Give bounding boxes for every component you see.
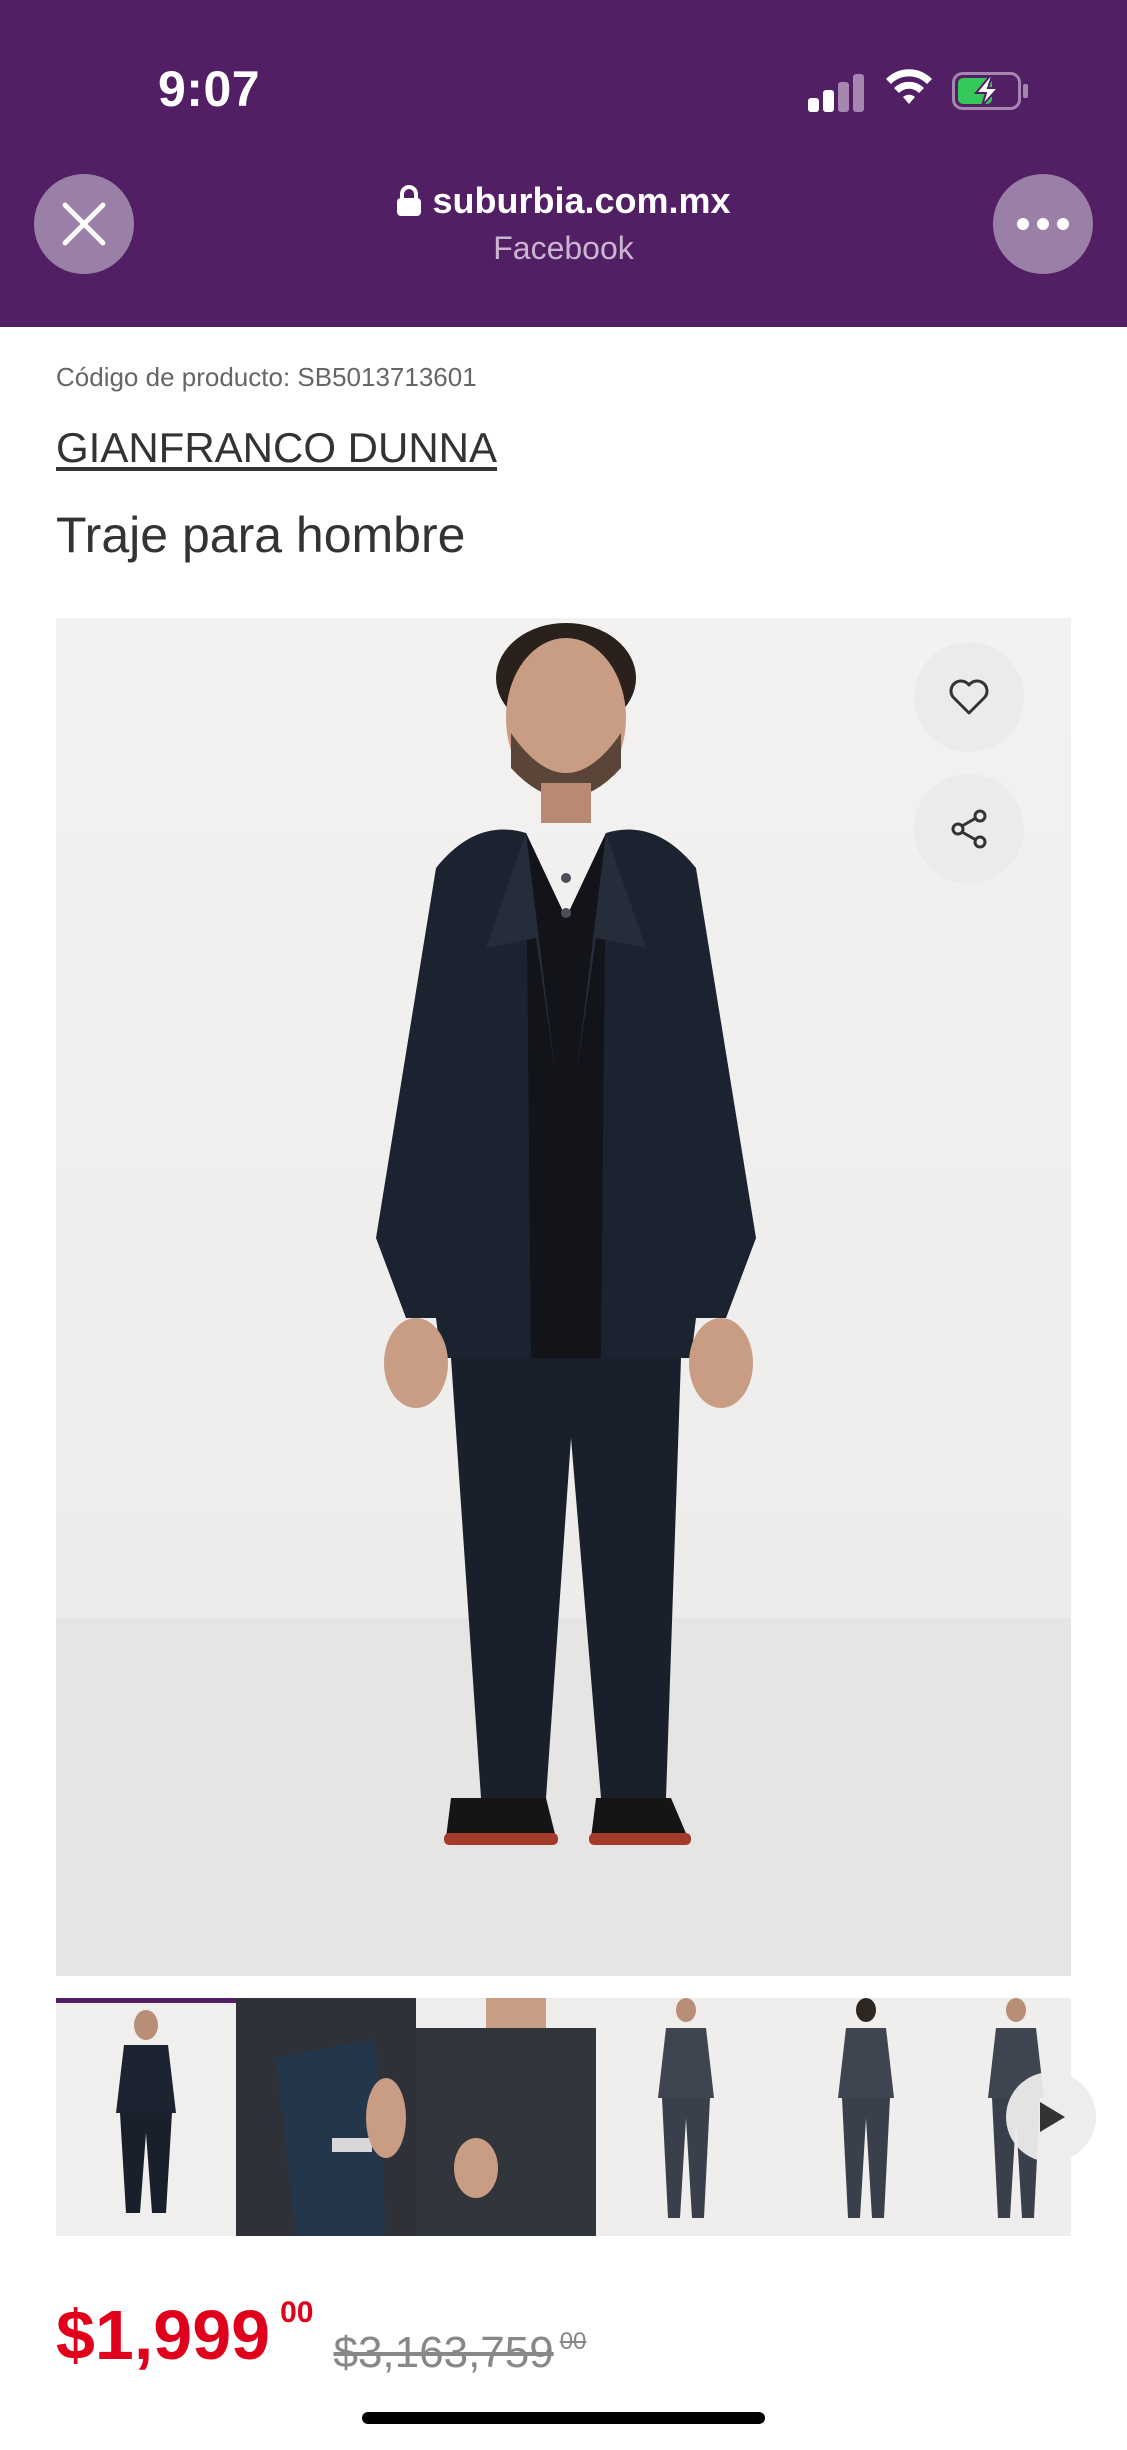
heart-icon [949, 679, 989, 715]
thumbnail-image [236, 1998, 416, 2236]
play-next-icon [1040, 2102, 1065, 2132]
brand-link[interactable]: GIANFRANCO DUNNA [56, 424, 497, 472]
share-icon [951, 809, 987, 849]
lock-icon [397, 185, 422, 216]
thumbnail-item[interactable] [776, 1998, 956, 2236]
signal-icon [808, 72, 864, 112]
thumbnail-item[interactable] [416, 1998, 596, 2236]
wifi-icon [886, 69, 932, 104]
price-row: $1,999 00 $3,163,759 00 [56, 2296, 587, 2378]
product-main-image[interactable] [56, 618, 1071, 1976]
product-code: Código de producto: SB5013713601 [56, 362, 477, 392]
thumbnail-next-button[interactable] [1006, 2072, 1096, 2162]
more-options-button[interactable] [993, 174, 1093, 274]
favorite-button[interactable] [914, 642, 1024, 752]
close-button[interactable] [34, 174, 134, 274]
source-label: Facebook [493, 230, 634, 266]
thumbnail-item[interactable] [236, 1998, 416, 2236]
thumbnail-image [658, 1998, 714, 2218]
status-time: 9:07 [158, 61, 261, 117]
url-text: suburbia.com.mx [432, 180, 731, 221]
product-title: Traje para hombre [56, 507, 466, 563]
thumbnail-image [416, 1998, 596, 2236]
original-price-cents: 00 [559, 2328, 587, 2355]
close-icon [62, 202, 106, 246]
thumbnail-item[interactable] [56, 1998, 236, 2236]
browser-header: 9:07 suburbia.com.mx Facebook [0, 0, 1127, 327]
thumbnail-strip[interactable] [56, 1998, 1071, 2236]
battery-charging-icon [952, 72, 1028, 110]
address-bar[interactable]: suburbia.com.mx Facebook [300, 180, 827, 267]
more-dots-icon [1017, 218, 1069, 230]
sale-price-cents: 00 [280, 2296, 314, 2329]
sale-price: $1,999 [56, 2296, 271, 2374]
original-price: $3,163,759 [333, 2328, 554, 2377]
thumbnail-image [116, 2010, 176, 2213]
thumbnail-item[interactable] [596, 1998, 776, 2236]
home-indicator[interactable] [362, 2412, 765, 2424]
share-button[interactable] [914, 774, 1024, 884]
thumbnail-image [838, 1998, 894, 2218]
